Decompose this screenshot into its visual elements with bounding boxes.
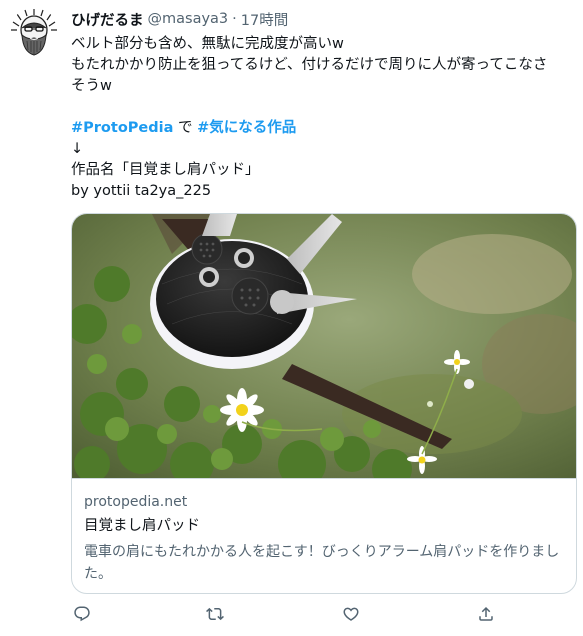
display-name[interactable]: ひげだるま bbox=[71, 9, 144, 30]
shoulder-pad-photo bbox=[72, 214, 576, 478]
card-title: 目覚まし肩パッド bbox=[84, 518, 200, 534]
retweet-icon bbox=[206, 607, 224, 621]
card-domain: protopedia.net bbox=[84, 494, 188, 510]
separator-dot: · bbox=[232, 11, 237, 27]
work-name-line: 作品名「目覚まし肩パッド」 bbox=[71, 162, 260, 178]
tweet-text-line: そうw bbox=[71, 78, 112, 94]
tweet-text-line: ベルト部分も含め、無駄に完成度が高いw bbox=[71, 36, 344, 52]
by-line: by yottii ta2ya_225 bbox=[71, 183, 212, 199]
hashtag-kininaru[interactable]: #気になる作品 bbox=[197, 120, 296, 136]
reply-button[interactable] bbox=[71, 603, 93, 625]
retweet-button[interactable] bbox=[204, 603, 226, 625]
hashtag-line: #ProtoPedia で #気になる作品 bbox=[71, 118, 571, 139]
timestamp[interactable]: 17時間 bbox=[241, 9, 288, 30]
hashtag-connector: で bbox=[173, 120, 198, 136]
bearded-man-avatar-image bbox=[9, 8, 59, 58]
tweet-header: ひげだるま @masaya3 · 17時間 bbox=[71, 8, 288, 30]
share-icon bbox=[479, 606, 493, 621]
link-card[interactable]: protopedia.net 目覚まし肩パッド 電車の肩にもたれかかる人を起こす… bbox=[71, 213, 577, 594]
share-button[interactable] bbox=[475, 603, 497, 625]
tweet-text: ベルト部分も含め、無駄に完成度が高いw もたれかかり防止を狙ってるけど、付けるだ… bbox=[71, 34, 571, 202]
card-meta[interactable]: protopedia.net 目覚まし肩パッド 電車の肩にもたれかかる人を起こす… bbox=[72, 478, 576, 593]
hashtag-protopedia[interactable]: #ProtoPedia bbox=[71, 120, 173, 136]
arrow-line: ↓ bbox=[71, 141, 84, 157]
tweet-text-line: もたれかかり防止を狙ってるけど、付けるだけで周りに人が寄ってこなさ bbox=[71, 57, 548, 73]
card-description: 電車の肩にもたれかかる人を起こす！びっくりアラーム肩パッドを作りました。 bbox=[84, 544, 560, 582]
like-icon bbox=[343, 607, 359, 621]
tweet-actions bbox=[71, 603, 571, 625]
like-button[interactable] bbox=[340, 603, 362, 625]
user-handle[interactable]: @masaya3 bbox=[148, 11, 229, 27]
reply-icon bbox=[74, 606, 90, 622]
avatar[interactable] bbox=[9, 8, 59, 58]
card-image[interactable] bbox=[72, 214, 576, 478]
